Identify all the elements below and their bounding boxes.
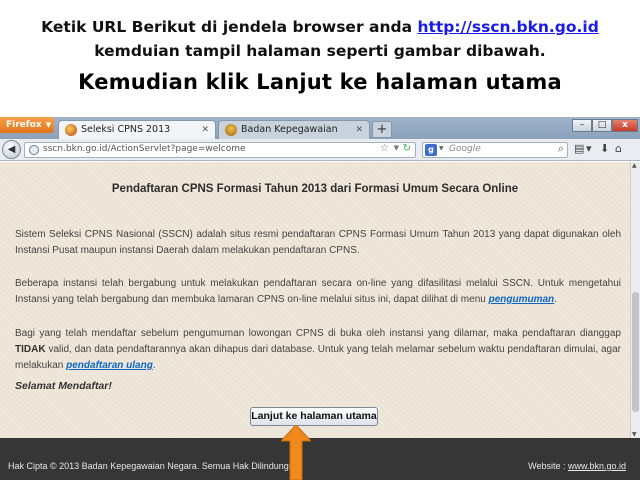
instansi-paragraph: Beberapa instansi telah bergabung untuk … — [15, 276, 621, 308]
page-scrollbar[interactable]: ▲ ▼ — [630, 162, 640, 438]
instruction-line-1: Ketik URL Berikut di jendela browser and… — [0, 18, 640, 36]
instruction-url-link[interactable]: http://sscn.bkn.go.id — [417, 18, 598, 36]
window-close-button[interactable]: x — [612, 119, 638, 132]
scroll-up-icon[interactable]: ▲ — [632, 162, 637, 169]
favicon-garuda-icon — [225, 124, 237, 136]
tidak-emphasis: TIDAK — [15, 344, 46, 355]
firefox-menu-label: Firefox — [6, 120, 42, 130]
tab-seleksi-cpns[interactable]: Seleksi CPNS 2013 ✕ — [58, 120, 216, 139]
website-label: Website : — [528, 461, 568, 471]
paragraph-text: Bagi yang telah mendaftar sebelum pengum… — [15, 328, 621, 339]
reload-icon[interactable]: ↻ — [403, 143, 411, 154]
page-title: Pendaftaran CPNS Formasi Tahun 2013 dari… — [111, 183, 519, 195]
scroll-down-icon[interactable]: ▼ — [632, 431, 637, 438]
search-box[interactable]: g ▼ Google ⌕ — [422, 142, 568, 158]
screenshot: Ketik URL Berikut di jendela browser and… — [0, 0, 640, 480]
favicon-garuda-icon — [65, 124, 77, 136]
address-url[interactable]: sscn.bkn.go.id/ActionServlet?page=welcom… — [43, 144, 246, 154]
scrollbar-thumb[interactable] — [632, 292, 639, 412]
lanjut-halaman-utama-button[interactable]: Lanjut ke halaman utama — [250, 407, 378, 426]
address-bar[interactable]: sscn.bkn.go.id/ActionServlet?page=welcom… — [24, 142, 416, 158]
globe-icon — [29, 145, 39, 155]
instruction-line-3: Kemudian klik Lanjut ke halaman utama — [78, 70, 562, 94]
instruction-banner: Ketik URL Berikut di jendela browser and… — [0, 0, 640, 108]
website-info: Website : www.bkn.go.id — [528, 461, 626, 471]
browser-tab-bar: Firefox ▼ Seleksi CPNS 2013 ✕ Badan Kepeg… — [0, 117, 640, 153]
page-footer: Hak Cipta © 2013 Badan Kepegawaian Negar… — [0, 438, 640, 480]
paragraph-text: . — [152, 360, 156, 371]
maximize-button[interactable]: □ — [592, 119, 612, 132]
website-link[interactable]: www.bkn.go.id — [568, 461, 626, 471]
copyright-text: Hak Cipta © 2013 Badan Kepegawaian Negar… — [8, 461, 294, 471]
pengumuman-link[interactable]: pengumuman — [489, 294, 555, 305]
up-arrow-icon — [281, 425, 311, 480]
chevron-down-icon: ▼ — [45, 121, 52, 129]
paragraph-text: . — [554, 294, 557, 305]
instruction-line-2: kemduian tampil halaman seperti gambar d… — [94, 42, 546, 60]
bookmark-star-icon[interactable]: ☆ — [380, 143, 389, 154]
intro-paragraph: Sistem Seleksi CPNS Nasional (SSCN) adal… — [15, 229, 621, 256]
greeting-text: Selamat Mendaftar! — [15, 380, 112, 392]
instruction-text: Ketik URL Berikut di jendela browser and… — [41, 18, 418, 36]
close-icon[interactable]: ✕ — [355, 121, 363, 139]
bookmarks-icon[interactable]: ▤ — [574, 142, 584, 155]
validity-paragraph: Bagi yang telah mendaftar sebelum pengum… — [15, 326, 621, 374]
tab-label: Seleksi CPNS 2013 — [81, 124, 171, 135]
home-icon[interactable]: ⌂ — [615, 142, 622, 155]
chevron-down-icon[interactable]: ▼ — [394, 144, 399, 152]
page-content: Pendaftaran CPNS Formasi Tahun 2013 dari… — [0, 162, 630, 438]
chevron-down-icon[interactable]: ▼ — [439, 145, 444, 152]
firefox-menu-button[interactable]: Firefox ▼ — [0, 117, 54, 133]
search-icon[interactable]: ⌕ — [558, 142, 564, 156]
pendaftaran-ulang-link[interactable]: pendaftaran ulang — [66, 360, 153, 371]
tab-bkn[interactable]: Badan Kepegawaian Negara ✕ — [218, 120, 370, 153]
chevron-down-icon[interactable]: ▾ — [586, 142, 592, 155]
download-icon[interactable]: ⬇ — [600, 142, 609, 155]
close-icon[interactable]: ✕ — [201, 121, 209, 139]
back-button[interactable]: ◀ — [2, 140, 21, 159]
minimize-button[interactable]: – — [572, 119, 592, 132]
google-icon[interactable]: g — [425, 144, 437, 156]
browser-nav-bar: ◀ sscn.bkn.go.id/ActionServlet?page=welc… — [0, 139, 640, 161]
new-tab-button[interactable]: + — [372, 121, 392, 138]
search-input[interactable]: Google — [449, 144, 481, 154]
